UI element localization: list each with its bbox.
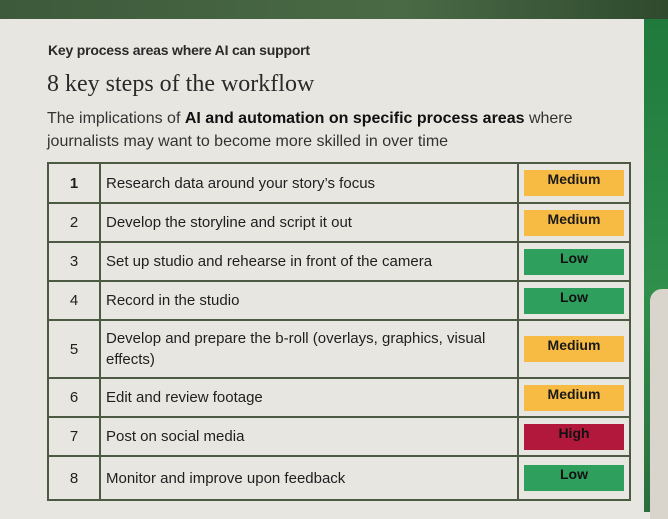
step-number: 2 (47, 202, 101, 243)
section-kicker: Key process areas where AI can support (48, 42, 310, 58)
level-badge: Low (524, 248, 624, 275)
table-row: 5 Develop and prepare the b-roll (overla… (47, 319, 631, 379)
level-badge: Medium (524, 384, 624, 411)
step-task: Develop and prepare the b-roll (overlays… (99, 319, 519, 379)
table-row: 3 Set up studio and rehearse in front of… (47, 241, 631, 282)
table-row: 7 Post on social media High (47, 416, 631, 457)
level-badge: High (524, 423, 624, 450)
page-title: 8 key steps of the workflow (47, 71, 315, 97)
step-task: Record in the studio (99, 280, 519, 321)
level-cell: High (517, 416, 631, 457)
step-task: Develop the storyline and script it out (99, 202, 519, 243)
step-task: Edit and review footage (99, 377, 519, 418)
level-cell: Medium (517, 377, 631, 418)
level-cell: Medium (517, 202, 631, 243)
step-task: Monitor and improve upon feedback (99, 455, 519, 501)
level-badge: Medium (524, 170, 624, 196)
step-number: 1 (47, 162, 101, 204)
right-photo-strip (644, 19, 668, 519)
level-badge: Low (524, 465, 624, 491)
step-number: 3 (47, 241, 101, 282)
table-row: 1 Research data around your story’s focu… (47, 162, 631, 204)
step-task: Post on social media (99, 416, 519, 457)
level-badge: Medium (524, 336, 624, 362)
subtitle-emphasis: AI and automation on specific process ar… (184, 110, 525, 127)
step-number: 7 (47, 416, 101, 457)
table-row: 8 Monitor and improve upon feedback Low (47, 455, 631, 501)
level-badge: Medium (524, 209, 624, 236)
level-cell: Medium (517, 162, 631, 204)
step-number: 6 (47, 377, 101, 418)
step-number: 8 (47, 455, 101, 501)
step-task: Set up studio and rehearse in front of t… (99, 241, 519, 282)
table-row: 6 Edit and review footage Medium (47, 377, 631, 418)
step-task: Research data around your story’s focus (99, 162, 519, 204)
level-badge: Low (524, 287, 624, 314)
level-cell: Low (517, 241, 631, 282)
subtitle-pre: The implications of (47, 110, 185, 127)
workflow-steps-table: 1 Research data around your story’s focu… (47, 162, 631, 501)
step-number: 4 (47, 280, 101, 321)
top-photo-strip (0, 0, 668, 19)
page-subtitle: The implications of AI and automation on… (47, 107, 607, 153)
level-cell: Low (517, 455, 631, 501)
level-cell: Low (517, 280, 631, 321)
step-number: 5 (47, 319, 101, 379)
table-row: 4 Record in the studio Low (47, 280, 631, 321)
table-row: 2 Develop the storyline and script it ou… (47, 202, 631, 243)
level-cell: Medium (517, 319, 631, 379)
